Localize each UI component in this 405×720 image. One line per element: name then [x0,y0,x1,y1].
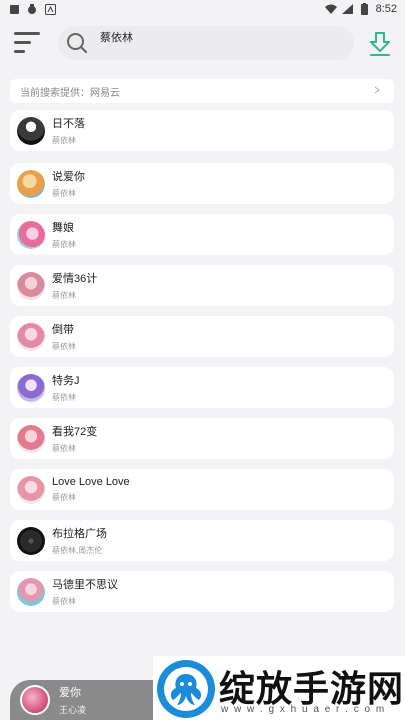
song-cover [17,322,45,351]
song-artist: 蔡依林 [52,597,76,606]
status-bar: 8:52 [0,0,405,18]
menu-icon [14,32,40,53]
notification-icon [8,3,20,15]
song-artist: 蔡依林 [52,240,76,249]
song-cover [17,475,45,504]
song-item[interactable]: 日不落 蔡依林 [10,110,394,151]
song-cover [17,424,45,453]
song-title: 爱情36计 [52,273,98,285]
song-title: 特务J [52,375,80,387]
watermark: 绽放手游网 w w w . g x h u a e r . c o m [153,656,405,720]
song-cover [17,526,45,555]
song-title: 看我72变 [52,426,98,438]
bug-icon [26,3,38,15]
song-cover [17,169,45,198]
search-icon [67,33,88,54]
song-item[interactable]: 舞娘 蔡依林 [10,214,394,255]
song-artist: 蔡依林 [52,342,76,351]
song-item[interactable]: Love Love Love 蔡依林 [10,469,394,510]
search-value: 蔡依林 [100,32,133,44]
song-title: 舞娘 [52,222,74,234]
song-cover [17,116,45,145]
song-item[interactable]: 爱情36计蔡依林 [10,265,394,306]
song-item[interactable]: 看我72变蔡依林 [10,418,394,459]
song-artist: 蔡依林 [52,189,76,198]
mini-player[interactable]: 爱你 王心凌 [10,680,160,720]
menu-button[interactable] [12,30,42,56]
download-button[interactable] [366,30,394,58]
song-item[interactable]: 说爱你 蔡依林 [10,163,394,204]
song-item[interactable]: 马德里不思议 蔡依林 [10,571,394,612]
song-cover [17,373,45,402]
app-icon [44,3,56,15]
search-input[interactable]: 蔡依林 [58,26,354,60]
battery-icon [359,3,371,15]
song-title: 日不落 [52,118,85,130]
song-artist: 蔡依林 [52,493,76,502]
player-cover [20,685,50,715]
download-icon [370,32,390,56]
status-time: 8:52 [375,3,397,15]
song-item[interactable]: 布拉格广场蔡依林,周杰伦 [10,520,394,561]
song-list: 日不落 蔡依林 说爱你 蔡依林 舞娘 蔡依林 爱情36计 蔡依林 倒带 蔡依林 特务J 蔡依… [10,110,394,622]
search-source-row[interactable]: 当前搜索提供：网易云 [10,79,394,103]
header: 蔡依林 [0,20,405,68]
song-artist: 蔡依林 [52,393,76,402]
song-title: 布拉格广场 [52,528,107,540]
player-artist: 王心凌 [59,705,87,715]
song-cover [17,220,45,249]
song-item[interactable]: 倒带 蔡依林 [10,316,394,357]
player-title: 爱你 [59,687,81,699]
signal-icon [342,3,354,15]
song-artist: 蔡依林 [52,136,76,145]
song-artist: 蔡依林 [52,291,76,300]
song-artist: 蔡依林 [52,444,76,453]
song-title: 倒带 [52,324,74,336]
wifi-icon [324,3,337,15]
song-title: 说爱你 [52,171,85,183]
song-artist: 蔡依林,周杰伦 [52,546,103,555]
song-cover [17,577,45,606]
song-item[interactable]: 特务J 蔡依林 [10,367,394,408]
watermark-url: w w w . g x h u a e r . c o m [221,704,386,715]
chevron-right-icon [374,86,380,97]
song-title: 马德里不思议 [52,579,118,591]
song-cover [17,271,45,300]
watermark-logo-icon [157,660,215,718]
song-title: Love Love Love [52,476,130,488]
search-source-label: 当前搜索提供：网易云 [20,87,120,99]
